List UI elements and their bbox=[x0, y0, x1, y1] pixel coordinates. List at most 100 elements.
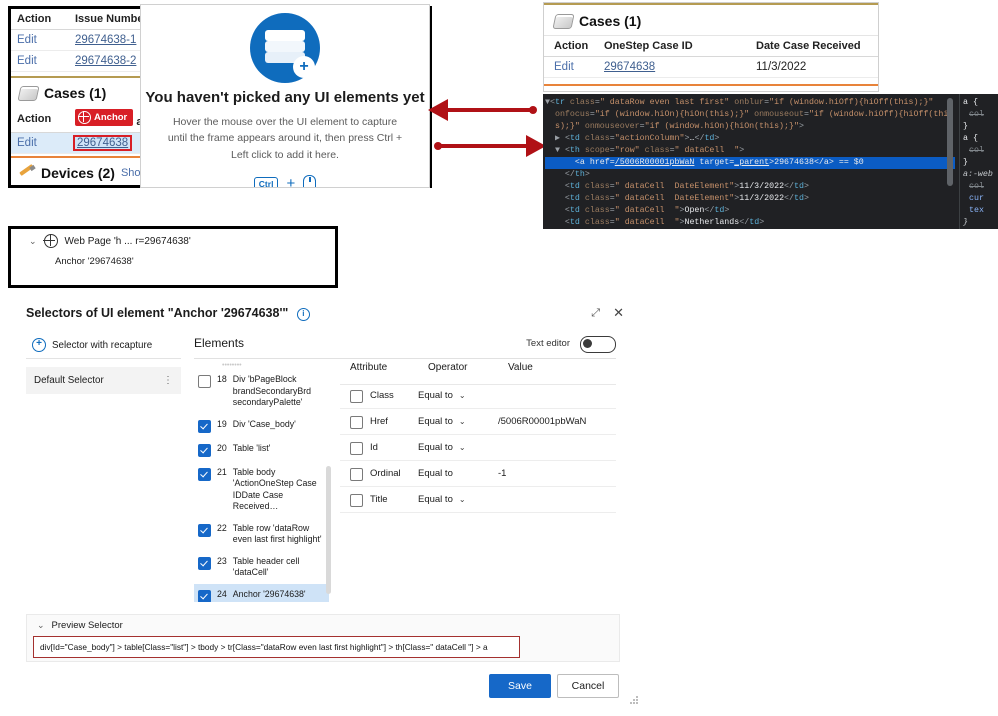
date-received-value: 11/3/2022 bbox=[750, 56, 878, 78]
text-editor-toggle[interactable] bbox=[580, 336, 616, 353]
expand-icon[interactable]: ⤢ bbox=[591, 307, 600, 320]
list-item[interactable]: 23 Table header cell 'dataCell' bbox=[194, 551, 329, 584]
close-icon[interactable]: ✕ bbox=[613, 305, 624, 321]
element-checkbox[interactable] bbox=[198, 556, 211, 570]
table-row[interactable]: Id Equal to ⌄ bbox=[340, 435, 616, 461]
chevron-down-icon[interactable]: ⌄ bbox=[459, 391, 466, 400]
elements-list[interactable]: •••••••• 18 Div 'bPageBlock brandSeconda… bbox=[194, 362, 329, 602]
annotation-arrow-left bbox=[428, 99, 538, 121]
dialog-title-wrap: Selectors of UI element "Anchor '2967463… bbox=[26, 306, 310, 321]
attr-name: Class bbox=[370, 390, 394, 401]
selector-with-recapture-button[interactable]: + Selector with recapture bbox=[26, 332, 181, 359]
dom-line: </th> bbox=[564, 170, 590, 179]
case-icon bbox=[17, 85, 40, 101]
attr-checkbox[interactable] bbox=[350, 441, 363, 455]
cases-section-header-right: Cases (1) bbox=[544, 5, 878, 35]
list-item[interactable]: 19 Div 'Case_body' bbox=[194, 414, 329, 438]
section-divider-orange bbox=[544, 84, 878, 86]
divider bbox=[194, 358, 616, 359]
elements-list-scrollbar[interactable] bbox=[326, 466, 331, 594]
attr-operator: Equal to bbox=[418, 416, 453, 427]
list-item[interactable]: 22 Table row 'dataRow even last first hi… bbox=[194, 518, 329, 551]
globe-icon bbox=[43, 233, 58, 248]
edit-link[interactable]: Edit bbox=[554, 61, 574, 73]
devtools-scrollbar[interactable] bbox=[947, 98, 953, 186]
plus-icon: + bbox=[293, 56, 315, 78]
cancel-button[interactable]: Cancel bbox=[557, 674, 619, 698]
css-line: col bbox=[969, 110, 984, 119]
css-line: col bbox=[969, 182, 984, 191]
element-checkbox[interactable] bbox=[198, 375, 211, 388]
selected-anchor-element[interactable]: 29674638 bbox=[72, 135, 133, 151]
element-checkbox[interactable] bbox=[198, 467, 211, 481]
chevron-down-icon[interactable]: ⌄ bbox=[37, 620, 45, 631]
dom-line: <td class=" dataCell DateElement">11/3/2… bbox=[564, 182, 809, 191]
dom-console-marker: == $0 bbox=[838, 158, 864, 167]
case-icon bbox=[552, 13, 575, 29]
dom-line-selected[interactable]: <a href=/5006R00001pbWaN target=_parent>… bbox=[545, 157, 955, 169]
table-row: Edit 29674638 11/3/2022 bbox=[544, 56, 878, 78]
table-row[interactable]: Title Equal to ⌄ bbox=[340, 487, 616, 513]
save-button[interactable]: Save bbox=[489, 674, 551, 698]
plus-circle-icon: + bbox=[32, 338, 46, 352]
captured-elements-tree: ⌄ Web Page 'h ... r=29674638' Anchor '29… bbox=[8, 226, 338, 288]
table-row[interactable]: Class Equal to ⌄ bbox=[340, 383, 616, 409]
preview-selector-value[interactable]: div[Id="Case_body"] > table[Class="list"… bbox=[33, 636, 520, 658]
dom-line: ▼<tr class=" dataRow even last first" on… bbox=[545, 98, 934, 107]
chevron-down-icon[interactable]: ⌄ bbox=[459, 417, 466, 426]
selector-list-pane: + Selector with recapture Default Select… bbox=[26, 332, 181, 394]
element-checkbox[interactable] bbox=[198, 419, 211, 433]
preview-selector-header[interactable]: ⌄ Preview Selector bbox=[27, 615, 619, 631]
list-item[interactable]: 20 Table 'list' bbox=[194, 438, 329, 462]
tree-root-row[interactable]: ⌄ Web Page 'h ... r=29674638' bbox=[11, 229, 335, 248]
element-checkbox[interactable] bbox=[198, 589, 211, 602]
scrolled-partial-row: •••••••• bbox=[222, 362, 242, 369]
tree-child-label: Anchor '29674638' bbox=[55, 256, 134, 267]
attr-value[interactable]: -1 bbox=[498, 468, 616, 479]
right-col-action: Action bbox=[544, 35, 598, 57]
attr-operator: Equal to bbox=[418, 468, 453, 479]
edit-link[interactable]: Edit bbox=[17, 55, 37, 67]
attr-checkbox[interactable] bbox=[350, 389, 363, 403]
element-checkbox[interactable] bbox=[198, 523, 211, 537]
attr-name: Title bbox=[370, 494, 388, 505]
list-item[interactable]: 21 Table body 'ActionOneStep Case IDDate… bbox=[194, 462, 329, 518]
resize-grip[interactable] bbox=[630, 696, 638, 704]
info-icon[interactable]: i bbox=[296, 308, 310, 321]
issue-number-link[interactable]: 29674638-1 bbox=[75, 34, 136, 46]
element-index: 24 bbox=[217, 588, 227, 599]
chevron-down-icon[interactable]: ⌄ bbox=[29, 236, 37, 247]
globe-icon bbox=[77, 110, 91, 124]
case-id-link[interactable]: 29674638 bbox=[77, 137, 128, 149]
chevron-down-icon[interactable]: ⌄ bbox=[459, 443, 466, 452]
attr-checkbox[interactable] bbox=[350, 493, 363, 507]
list-item-selected[interactable]: 24 Anchor '29674638' bbox=[194, 583, 329, 602]
issue-number-link[interactable]: 29674638-2 bbox=[75, 55, 136, 67]
picker-subtitle: Hover the mouse over the UI element to c… bbox=[167, 116, 403, 161]
dom-target-value: _parent bbox=[734, 158, 770, 167]
cases-section-title: Cases (1) bbox=[44, 85, 107, 101]
chevron-down-icon[interactable]: ⌄ bbox=[459, 495, 466, 504]
attr-value[interactable]: /5006R00001pbWaN bbox=[498, 416, 616, 427]
edit-link[interactable]: Edit bbox=[17, 34, 37, 46]
default-selector-item[interactable]: Default Selector ⋮ bbox=[26, 367, 181, 394]
table-row[interactable]: Ordinal Equal to -1 bbox=[340, 461, 616, 487]
tree-root-label: Web Page 'h ... r=29674638' bbox=[64, 235, 191, 247]
more-options-icon[interactable]: ⋮ bbox=[163, 375, 173, 385]
picker-title: You haven't picked any UI elements yet bbox=[145, 89, 425, 106]
attr-checkbox[interactable] bbox=[350, 415, 363, 429]
css-line: } bbox=[963, 218, 968, 227]
table-row[interactable]: Href Equal to ⌄ /5006R00001pbWaN bbox=[340, 409, 616, 435]
attr-checkbox[interactable] bbox=[350, 467, 363, 481]
edit-link[interactable]: Edit bbox=[17, 137, 37, 149]
css-line: a:-web bbox=[963, 170, 993, 179]
issues-col-action: Action bbox=[11, 9, 69, 30]
case-id-link[interactable]: 29674638 bbox=[604, 61, 655, 73]
devices-section-title: Devices (2) bbox=[41, 165, 115, 181]
list-item[interactable]: 18 Div 'bPageBlock brandSecondaryBrd sec… bbox=[194, 369, 329, 414]
element-checkbox[interactable] bbox=[198, 443, 211, 457]
elements-heading: Elements bbox=[194, 336, 245, 350]
tree-child-row[interactable]: Anchor '29674638' bbox=[11, 248, 335, 267]
devtools-dom-tree[interactable]: ▼<tr class=" dataRow even last first" on… bbox=[543, 94, 955, 229]
element-label: Div 'bPageBlock brandSecondaryBrd second… bbox=[232, 374, 312, 407]
